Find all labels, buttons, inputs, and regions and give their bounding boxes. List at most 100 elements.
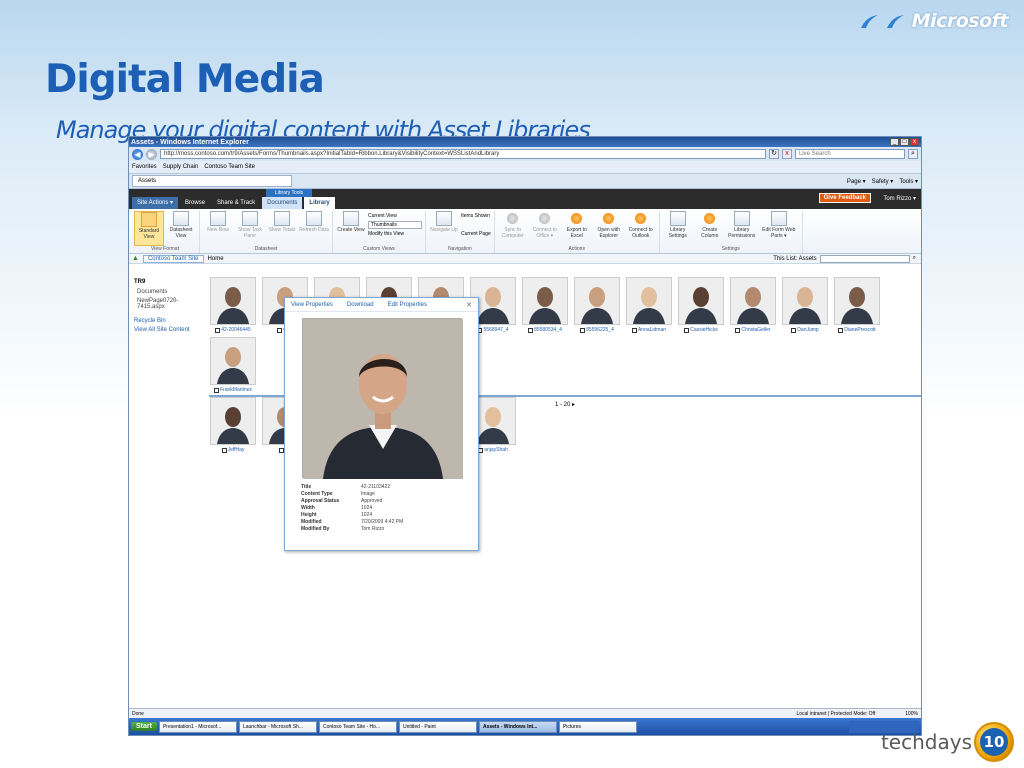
close-icon[interactable]: ✕ <box>466 301 472 309</box>
view-properties-link[interactable]: View Properties <box>291 302 333 308</box>
asset-thumbnail[interactable]: DanJump <box>781 277 829 333</box>
maximize-button[interactable]: □ <box>900 138 909 146</box>
page-menu[interactable]: Page ▾ <box>847 178 866 185</box>
taskbar-button[interactable]: Presentation1 - Microsof... <box>158 720 237 733</box>
quick-launch-heading[interactable]: TR9 <box>134 279 201 285</box>
browser-tab-assets[interactable]: Assets <box>132 175 292 187</box>
taskbar-button[interactable]: Pictures <box>558 720 637 733</box>
taskbar-button[interactable]: Launchbar - Microsoft Sh... <box>238 720 317 733</box>
datasheet-view-button[interactable]: Datasheet View <box>166 211 196 246</box>
zoom-level[interactable]: 100% <box>905 711 918 717</box>
minimize-button[interactable]: _ <box>890 138 899 146</box>
thumbnail-label[interactable]: AnnaLidman <box>638 327 666 333</box>
thumbnail-label[interactable]: JeffHay <box>228 447 245 453</box>
select-checkbox[interactable] <box>631 327 637 333</box>
taskbar-button[interactable]: Assets - Windows Int... <box>478 720 557 733</box>
search-scope-select[interactable]: This List: Assets <box>773 256 816 262</box>
new-row-button[interactable]: New Row <box>203 211 233 246</box>
select-checkbox[interactable] <box>528 327 534 333</box>
asset-thumbnail[interactable]: ChristaGeller <box>729 277 777 333</box>
search-icon[interactable]: ⌕ <box>913 255 916 262</box>
select-checkbox[interactable] <box>215 327 221 333</box>
asset-thumbnail[interactable]: 85580534_4 <box>521 277 569 333</box>
asset-thumbnail[interactable]: 85596225_4 <box>573 277 621 333</box>
tab-library[interactable]: Library <box>304 197 335 209</box>
home-link[interactable]: Home <box>208 256 224 262</box>
refresh-data-button[interactable]: Refresh Data <box>299 211 329 246</box>
close-window-button[interactable]: x <box>910 138 919 146</box>
asset-thumbnail[interactable]: AnnaLidman <box>625 277 673 333</box>
stop-icon[interactable]: x <box>782 149 792 159</box>
navigate-up-button[interactable]: Navigate Up <box>429 211 459 246</box>
tab-documents[interactable]: Documents <box>262 197 303 209</box>
nav-item-newpage[interactable]: NewPage0720-7415.aspx <box>134 298 201 310</box>
export-to-excel-button[interactable]: Export to Excel <box>562 211 592 246</box>
tab-browse[interactable]: Browse <box>180 197 210 209</box>
select-checkbox[interactable] <box>221 447 227 453</box>
select-checkbox[interactable] <box>276 327 282 333</box>
thumbnail-caption: ChristaGeller <box>735 327 771 333</box>
asset-thumbnail[interactable]: FrankMartinez <box>209 337 257 393</box>
current-view-select[interactable]: Thumbnails <box>368 221 422 229</box>
show-totals-button[interactable]: Show Totals <box>267 211 297 246</box>
live-search-input[interactable]: Live Search <box>795 149 905 159</box>
thumbnail-label[interactable]: 85596225_4 <box>586 327 614 333</box>
start-button[interactable]: Start <box>131 722 157 731</box>
tools-menu[interactable]: Tools ▾ <box>899 178 918 185</box>
select-checkbox[interactable] <box>791 327 797 333</box>
edit-properties-link[interactable]: Edit Properties <box>388 302 427 308</box>
taskbar-button[interactable]: Untitled - Paint <box>398 720 477 733</box>
fav-contoso-team-site[interactable]: Contoso Team Site <box>204 164 255 170</box>
user-menu[interactable]: Tom Rizzo ▾ <box>883 195 916 202</box>
site-actions-menu[interactable]: Site Actions ▾ <box>132 197 179 209</box>
asset-thumbnail[interactable]: DianePrescott <box>833 277 881 333</box>
library-permissions-button[interactable]: Library Permissions <box>727 211 757 246</box>
recycle-bin-link[interactable]: Recycle Bin <box>134 318 201 324</box>
thumbnail-label[interactable]: ChristaGeller <box>741 327 770 333</box>
edit-form-web-parts-button[interactable]: Edit Form Web Parts ▾ <box>759 211 799 246</box>
thumbnail-label[interactable]: DanJump <box>797 327 818 333</box>
refresh-icon[interactable]: ↻ <box>769 149 779 159</box>
thumbnail-label[interactable]: DianePrescott <box>844 327 875 333</box>
thumbnail-label[interactable]: anjayShah <box>484 447 508 453</box>
view-all-content-link[interactable]: View All Site Content <box>134 327 201 333</box>
forward-icon[interactable]: ▶ <box>146 148 157 160</box>
select-checkbox[interactable] <box>735 327 741 333</box>
connect-to-outlook-button[interactable]: Connect to Outlook <box>626 211 656 246</box>
give-feedback-button[interactable]: Give Feedback <box>818 193 871 203</box>
create-column-button[interactable]: Create Column <box>695 211 725 246</box>
modify-view-button[interactable]: Modify this View <box>368 231 422 237</box>
open-with-explorer-button[interactable]: Open with Explorer <box>594 211 624 246</box>
up-arrow-icon[interactable]: ▲ <box>132 255 139 262</box>
nav-item-documents[interactable]: Documents <box>134 289 201 295</box>
show-task-pane-button[interactable]: Show Task Pane <box>235 211 265 246</box>
select-checkbox[interactable] <box>838 327 844 333</box>
list-search-input[interactable] <box>819 254 910 263</box>
asset-thumbnail[interactable]: CassieHicks <box>677 277 725 333</box>
thumbnail-label[interactable]: 85580534_4 <box>534 327 562 333</box>
sync-to-computer-button[interactable]: Sync to Computer <box>498 211 528 246</box>
thumbnail-label[interactable]: CassieHicks <box>690 327 718 333</box>
download-link[interactable]: Download <box>347 302 374 308</box>
fav-supply-chain[interactable]: Supply Chain <box>163 164 199 170</box>
select-checkbox[interactable] <box>580 327 586 333</box>
site-link[interactable]: Contoso Team Site <box>142 254 204 263</box>
select-checkbox[interactable] <box>684 327 690 333</box>
thumbnail-label[interactable]: 42-20046445 <box>221 327 250 333</box>
tab-share-track[interactable]: Share & Track <box>212 197 260 209</box>
connect-to-office-button[interactable]: Connect to Office ▾ <box>530 211 560 246</box>
back-icon[interactable]: ◀ <box>132 148 143 160</box>
standard-view-button[interactable]: Standard View <box>134 211 164 246</box>
search-icon[interactable]: ⌕ <box>908 149 918 159</box>
address-input[interactable]: http://moss.contoso.com/tr9/Assets/Forms… <box>160 149 766 159</box>
thumbnail-label[interactable]: FrankMartinez <box>220 387 252 393</box>
favorites-button[interactable]: Favorites <box>132 164 157 170</box>
safety-menu[interactable]: Safety ▾ <box>872 178 894 185</box>
thumbnail-label[interactable]: 5568947_4 <box>483 327 508 333</box>
taskbar-button[interactable]: Contoso Team Site - Ho... <box>318 720 397 733</box>
current-page-pager[interactable]: Current Page <box>461 231 491 237</box>
asset-thumbnail[interactable]: 42-20046445 <box>209 277 257 333</box>
library-settings-button[interactable]: Library Settings <box>663 211 693 246</box>
select-checkbox[interactable] <box>214 387 220 393</box>
create-view-button[interactable]: Create View <box>336 211 366 246</box>
